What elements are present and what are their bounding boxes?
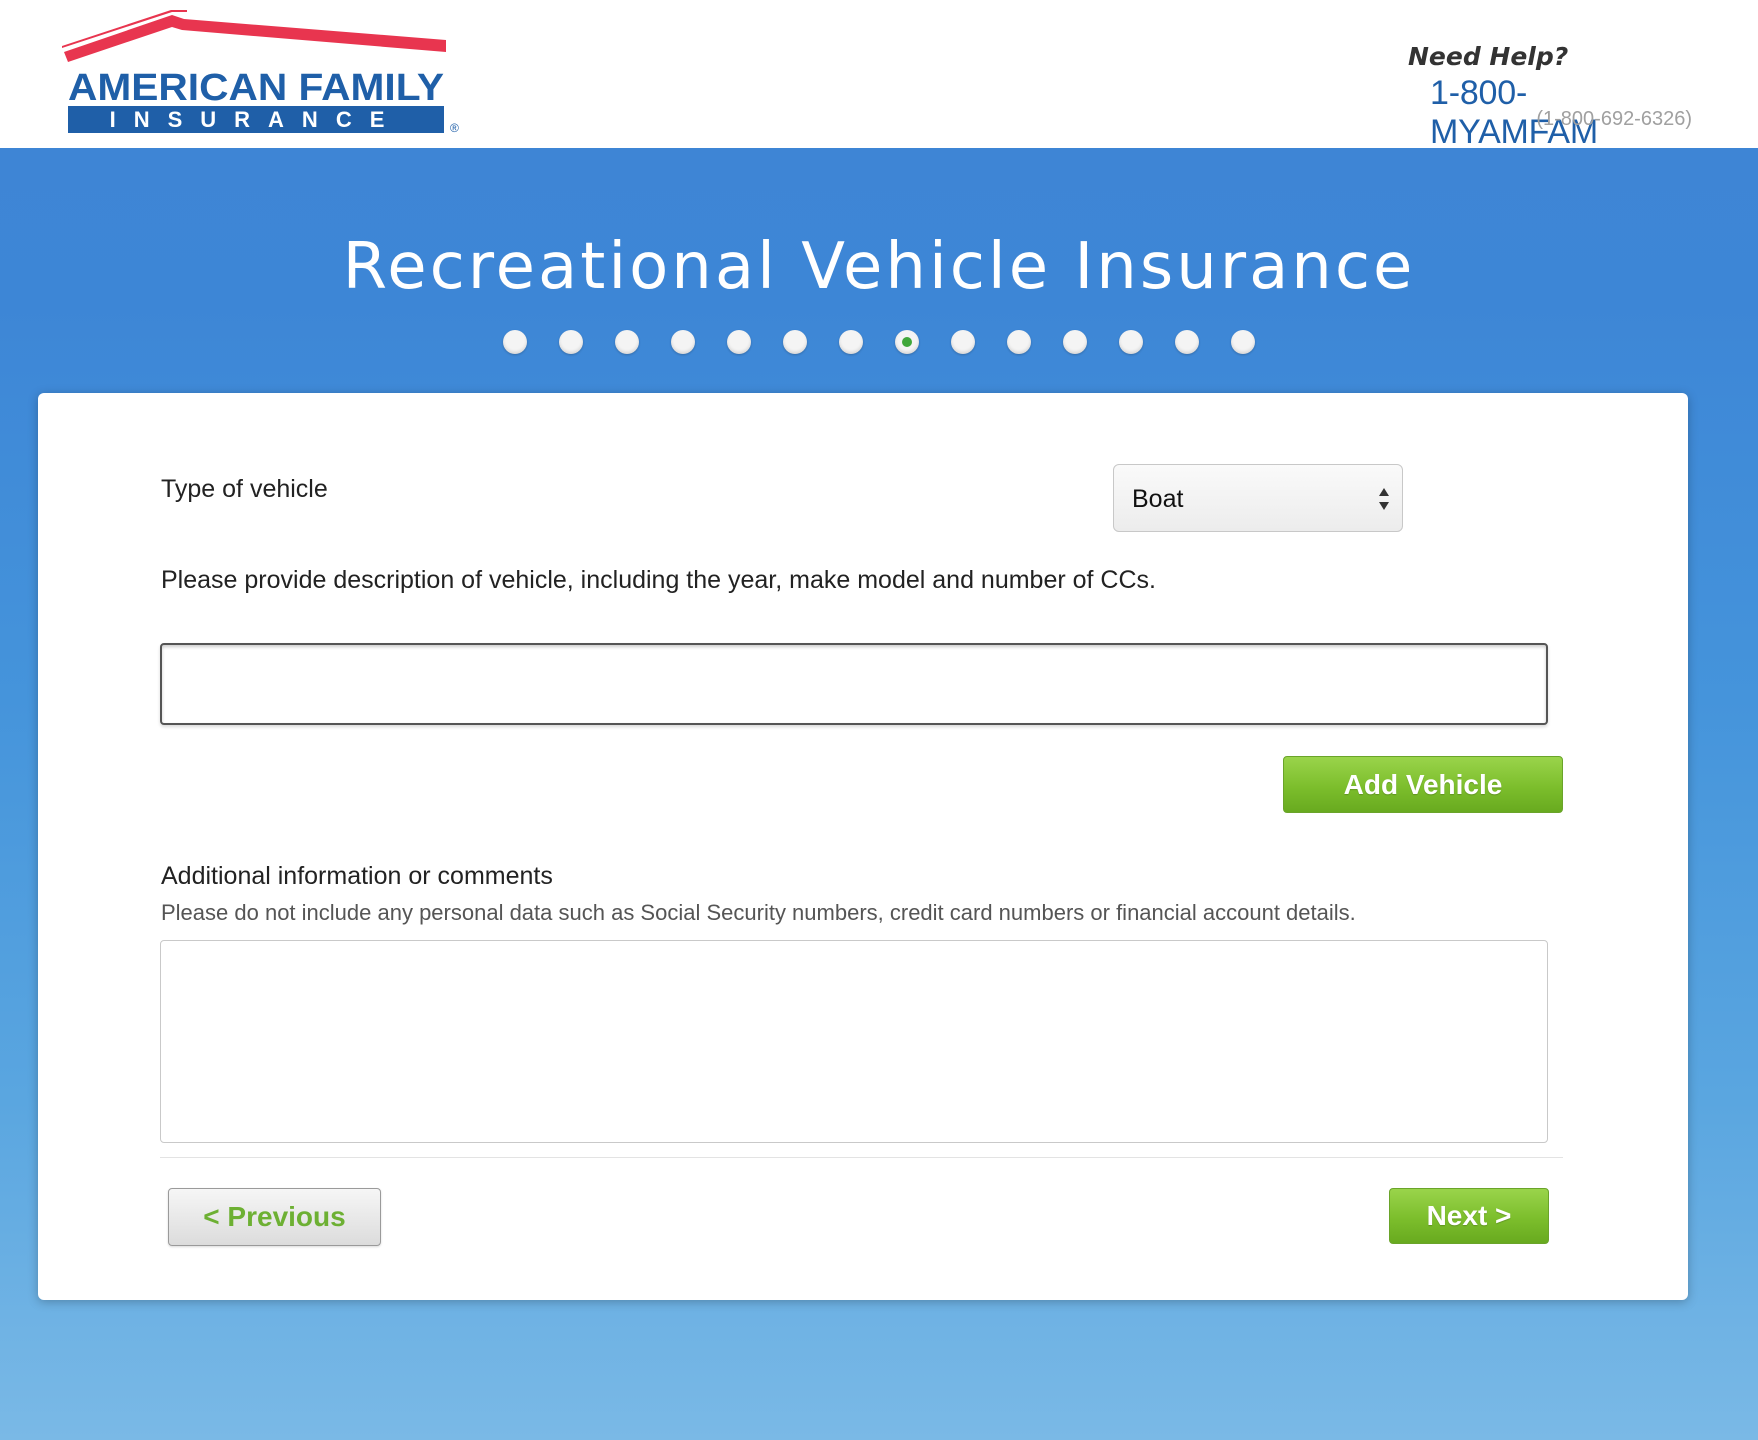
previous-button[interactable]: < Previous (168, 1188, 381, 1246)
progress-step-2[interactable] (559, 330, 583, 354)
form-card: Type of vehicle Boat Please provide desc… (38, 393, 1688, 1300)
progress-step-9[interactable] (951, 330, 975, 354)
vehicle-description-input[interactable] (160, 643, 1548, 725)
next-button[interactable]: Next > (1389, 1188, 1549, 1244)
progress-step-13[interactable] (1175, 330, 1199, 354)
form-divider (160, 1157, 1563, 1158)
page-title: Recreational Vehicle Insurance (342, 230, 1416, 304)
vehicle-description-label: Please provide description of vehicle, i… (161, 566, 1156, 594)
vehicle-type-label: Type of vehicle (161, 475, 328, 503)
add-vehicle-button[interactable]: Add Vehicle (1283, 756, 1563, 813)
up-down-arrows-icon (1379, 488, 1389, 510)
progress-step-12[interactable] (1119, 330, 1143, 354)
progress-step-3[interactable] (615, 330, 639, 354)
help-contact: Need Help? 1-800-MYAMFAM (1-800-692-6326… (1372, 40, 1692, 151)
additional-info-label: Additional information or comments (161, 862, 553, 890)
additional-info-note: Please do not include any personal data … (161, 900, 1356, 925)
vehicle-type-selected-value: Boat (1132, 485, 1184, 513)
american-family-logo[interactable]: AMERICAN FAMILY INSURANCE ® (62, 10, 482, 135)
site-header: AMERICAN FAMILY INSURANCE ® Need Help? 1… (0, 0, 1758, 151)
svg-text:INSURANCE: INSURANCE (110, 107, 403, 132)
svg-text:®: ® (450, 121, 459, 135)
progress-step-11[interactable] (1063, 330, 1087, 354)
svg-text:AMERICAN FAMILY: AMERICAN FAMILY (68, 67, 444, 109)
progress-step-4[interactable] (671, 330, 695, 354)
progress-step-14[interactable] (1231, 330, 1255, 354)
help-title: Need Help? (1408, 42, 1569, 71)
progress-steps (0, 330, 1758, 354)
progress-step-7[interactable] (839, 330, 863, 354)
additional-comments-textarea[interactable] (160, 940, 1548, 1143)
progress-step-10[interactable] (1007, 330, 1031, 354)
progress-step-6[interactable] (783, 330, 807, 354)
progress-step-5[interactable] (727, 330, 751, 354)
help-phone-digits: (1-800-692-6326) (1536, 108, 1692, 130)
vehicle-type-select[interactable]: Boat (1113, 464, 1403, 532)
progress-step-8-current[interactable] (895, 330, 919, 354)
progress-step-1[interactable] (503, 330, 527, 354)
